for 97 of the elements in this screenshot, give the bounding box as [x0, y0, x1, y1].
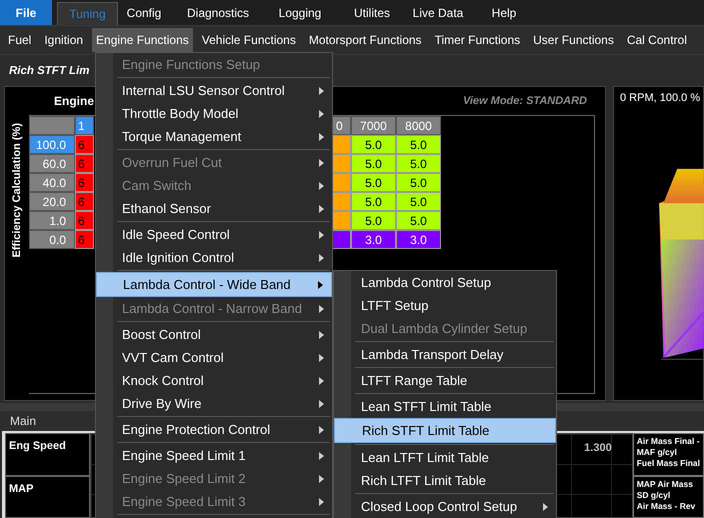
toolbar-menu-item[interactable]: Engine Functions: [92, 28, 193, 52]
toolbar-menu-item[interactable]: Fuel: [4, 28, 36, 52]
gauge-label: MAP: [9, 482, 34, 494]
menu-item[interactable]: Throttle Body Model: [96, 102, 332, 125]
submenu-arrow-icon: [319, 474, 324, 482]
table-cell[interactable]: 5.0: [351, 211, 396, 230]
menu-item[interactable]: Engine Protection Control: [96, 418, 332, 441]
submenu-arrow-icon: [319, 304, 324, 312]
channel-label: Air Mass Final -: [636, 436, 700, 447]
row-header[interactable]: 60.0: [29, 154, 75, 173]
submenu-arrow-icon: [543, 502, 548, 510]
table-cell[interactable]: 3.0: [396, 230, 441, 249]
row-header[interactable]: 40.0: [29, 173, 75, 192]
menu-item[interactable]: Knock Control: [96, 369, 332, 392]
channel-label: SD g/cyl: [636, 490, 672, 500]
column-header[interactable]: 7000: [351, 116, 396, 135]
menu-item[interactable]: Rich STFT Limit Table: [334, 418, 556, 443]
menu-tab[interactable]: Logging: [266, 0, 334, 25]
toolbar-menu-item[interactable]: Vehicle Functions: [198, 28, 300, 52]
table-cell[interactable]: 5.0: [351, 173, 396, 192]
menu-tab[interactable]: Live Data: [410, 0, 466, 25]
submenu-arrow-icon: [319, 158, 324, 166]
menu-item[interactable]: Boost Control: [96, 323, 332, 346]
menu-item[interactable]: Lambda Control - Wide Band: [96, 272, 332, 297]
menu-tab[interactable]: Utilites: [334, 0, 410, 25]
submenu-arrow-icon: [319, 230, 324, 238]
gauge-label: Eng Speed: [9, 440, 66, 452]
table-cell[interactable]: 6: [75, 135, 94, 154]
toolbar-menu-item[interactable]: Ignition: [40, 28, 88, 52]
menu-item[interactable]: Lambda Control Setup: [334, 271, 556, 294]
row-header[interactable]: 0.0: [29, 230, 75, 249]
menu-tab[interactable]: Config: [118, 0, 170, 25]
menu-item[interactable]: Lean LTFT Limit Table: [334, 446, 556, 469]
table-cell[interactable]: 6: [75, 173, 94, 192]
view-mode-label: View Mode: STANDARD: [462, 95, 587, 107]
submenu-arrow-icon: [319, 376, 324, 384]
menu-tab[interactable]: Help: [466, 0, 542, 25]
table-cell[interactable]: 5.0: [351, 154, 396, 173]
channel-label: Air Mass - Rev: [636, 500, 696, 512]
submenu-arrow-icon: [319, 110, 324, 118]
submenu-arrow-icon: [319, 498, 324, 506]
table-cell[interactable]: 5.0: [396, 154, 441, 173]
table-cell[interactable]: 5.0: [396, 211, 441, 230]
submenu-arrow-icon: [319, 354, 324, 362]
menu-item[interactable]: Torque Management: [96, 125, 332, 148]
submenu-arrow-icon: [319, 86, 324, 94]
submenu-arrow-icon: [318, 280, 323, 288]
menu-item[interactable]: Rich LTFT Limit Table: [334, 469, 556, 492]
menu-item[interactable]: Lean STFT Limit Table: [334, 395, 556, 418]
menu-item[interactable]: Idle Ignition Control: [96, 246, 332, 269]
toolbar-menu-item[interactable]: User Functions: [529, 28, 618, 52]
axis-value: 1.300: [584, 442, 612, 456]
menu-item[interactable]: Idle Speed Control: [96, 223, 332, 246]
menu-item[interactable]: Lambda Transport Delay: [334, 343, 556, 366]
menu-item[interactable]: LTFT Range Table: [334, 369, 556, 392]
table-cell[interactable]: 6: [75, 154, 94, 173]
file-menu-button[interactable]: File: [0, 0, 52, 25]
corner-cell: [29, 116, 75, 135]
channel-label: MAF g/cyl: [636, 447, 678, 458]
menu-tab[interactable]: Diagnostics: [170, 0, 266, 25]
axis-label: Efficiency Calculation (%): [11, 123, 23, 258]
plot-readout: 0 RPM, 100.0 %: [619, 91, 702, 104]
row-header[interactable]: 1.0: [29, 211, 75, 230]
toolbar-menu-item[interactable]: Cal Control: [622, 28, 691, 52]
submenu-arrow-icon: [319, 426, 324, 434]
menu-item[interactable]: Closed Loop Control Setup: [334, 495, 556, 518]
menu-item[interactable]: Drive By Wire: [96, 392, 332, 415]
submenu-arrow-icon: [319, 400, 324, 408]
submenu-arrow-icon: [319, 204, 324, 212]
menu-item[interactable]: Internal LSU Sensor Control: [96, 79, 332, 102]
table-cell[interactable]: 3.0: [351, 230, 396, 249]
submenu-arrow-icon: [319, 330, 324, 338]
submenu-arrow-icon: [319, 254, 324, 262]
axis-label: Engine: [54, 94, 94, 108]
table-cell[interactable]: 6: [75, 192, 94, 211]
toolbar-menu-item[interactable]: Timer Functions: [430, 28, 524, 52]
table-cell[interactable]: 5.0: [351, 192, 396, 211]
menu-item[interactable]: LTFT Setup: [334, 294, 556, 317]
table-cell[interactable]: 5.0: [396, 173, 441, 192]
channel-label: MAP Air Mass: [636, 478, 694, 490]
channel-label: Fuel Mass Final: [636, 458, 700, 469]
menu-item[interactable]: Ethanol Sensor: [96, 197, 332, 220]
row-header[interactable]: 20.0: [29, 192, 75, 211]
table-cell[interactable]: 5.0: [351, 135, 396, 154]
table-cell[interactable]: 6: [75, 230, 94, 249]
column-header[interactable]: 8000: [396, 116, 441, 135]
table-cell[interactable]: 5.0: [396, 192, 441, 211]
toolbar-menu-item[interactable]: Motorsport Functions: [304, 28, 426, 52]
submenu-arrow-icon: [319, 452, 324, 460]
submenu-arrow-icon: [319, 182, 324, 190]
table-cell[interactable]: 5.0: [396, 135, 441, 154]
panel-tab[interactable]: Main: [0, 414, 36, 428]
page-title: Rich STFT Lim: [9, 64, 90, 76]
table-cell[interactable]: 6: [75, 211, 94, 230]
menu-item[interactable]: Engine Speed Limit 1: [96, 444, 332, 467]
submenu-arrow-icon: [319, 132, 324, 140]
menu-item[interactable]: VVT Cam Control: [96, 346, 332, 369]
